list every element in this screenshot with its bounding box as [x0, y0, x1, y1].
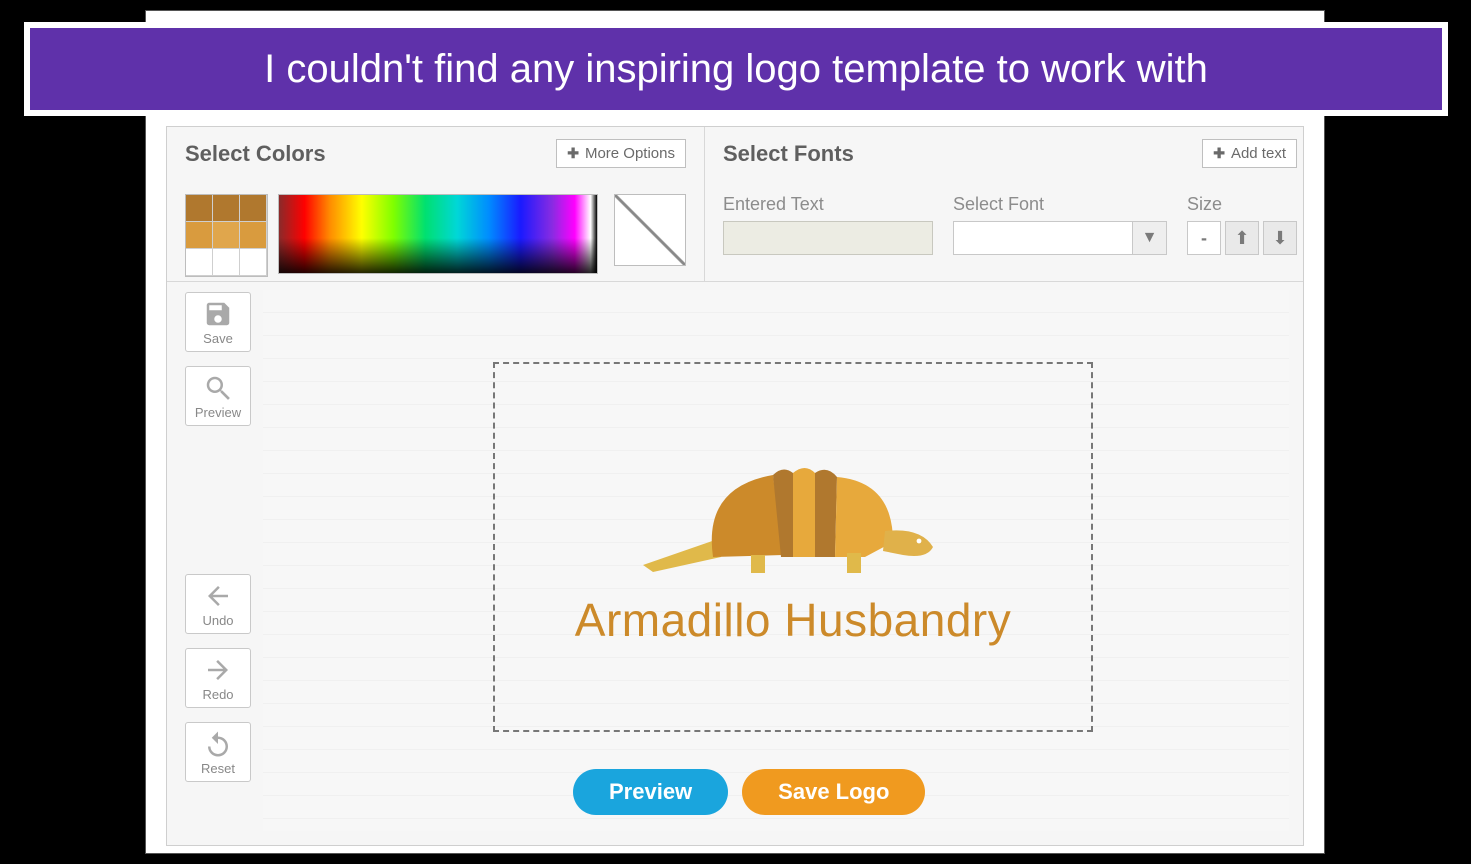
save-logo-button[interactable]: Save Logo: [742, 769, 925, 815]
redo-label: Redo: [202, 687, 233, 702]
color-swatch[interactable]: [186, 222, 213, 249]
color-swatch[interactable]: [186, 195, 213, 222]
logo-bounding-box[interactable]: Armadillo Husbandry: [493, 362, 1093, 732]
plus-icon: ✚: [567, 145, 579, 162]
plus-icon: ✚: [1213, 145, 1225, 162]
entered-text-label: Entered Text: [723, 194, 933, 215]
armadillo-logo-icon[interactable]: [633, 447, 953, 587]
select-font-value: [953, 221, 1133, 255]
add-text-button[interactable]: ✚ Add text: [1202, 139, 1297, 168]
undo-label: Undo: [202, 613, 233, 628]
no-color-swatch[interactable]: [614, 194, 686, 266]
logo-text[interactable]: Armadillo Husbandry: [575, 593, 1011, 647]
arrow-down-icon: ⬇: [1272, 228, 1287, 249]
preview-logo-button[interactable]: Preview: [573, 769, 728, 815]
annotation-banner: I couldn't find any inspiring logo templ…: [24, 22, 1448, 116]
arrow-left-icon: [203, 581, 233, 611]
color-swatch[interactable]: [240, 222, 267, 249]
tool-sidebar: Save Preview Undo Redo Reset: [167, 282, 257, 845]
color-swatch-grid[interactable]: [185, 194, 268, 277]
undo-button[interactable]: Undo: [185, 574, 251, 634]
add-text-label: Add text: [1231, 145, 1286, 162]
select-fonts-title: Select Fonts: [723, 141, 854, 167]
redo-button[interactable]: Redo: [185, 648, 251, 708]
save-icon: [203, 299, 233, 329]
arrow-right-icon: [203, 655, 233, 685]
reset-icon: [203, 729, 233, 759]
size-value: -: [1187, 221, 1221, 255]
reset-button[interactable]: Reset: [185, 722, 251, 782]
select-colors-panel: Select Colors ✚ More Options: [167, 127, 705, 281]
preview-button[interactable]: Preview: [185, 366, 251, 426]
entered-text-input[interactable]: [723, 221, 933, 255]
color-spectrum-picker[interactable]: [278, 194, 598, 274]
color-swatch[interactable]: [213, 195, 240, 222]
more-options-label: More Options: [585, 145, 675, 162]
more-options-button[interactable]: ✚ More Options: [556, 139, 686, 168]
select-font-dropdown[interactable]: ▼: [953, 221, 1167, 255]
annotation-text: I couldn't find any inspiring logo templ…: [264, 47, 1208, 92]
size-label: Size: [1187, 194, 1297, 215]
select-colors-title: Select Colors: [185, 141, 326, 167]
chevron-down-icon: ▼: [1133, 221, 1167, 255]
size-decrease-button[interactable]: ⬇: [1263, 221, 1297, 255]
size-increase-button[interactable]: ⬆: [1225, 221, 1259, 255]
top-toolbar: Select Colors ✚ More Options: [167, 127, 1303, 282]
color-swatch[interactable]: [186, 249, 213, 276]
color-swatch[interactable]: [213, 249, 240, 276]
search-icon: [203, 373, 233, 403]
save-button[interactable]: Save: [185, 292, 251, 352]
color-swatch[interactable]: [240, 195, 267, 222]
save-label: Save: [203, 331, 233, 346]
design-canvas[interactable]: Armadillo Husbandry Preview Save Logo: [263, 290, 1289, 831]
workspace: Save Preview Undo Redo Reset: [167, 282, 1303, 845]
preview-label: Preview: [195, 405, 241, 420]
logo-editor-app: Select Colors ✚ More Options: [166, 126, 1304, 846]
reset-label: Reset: [201, 761, 235, 776]
select-font-label: Select Font: [953, 194, 1167, 215]
arrow-up-icon: ⬆: [1234, 228, 1249, 249]
color-swatch[interactable]: [213, 222, 240, 249]
color-swatch[interactable]: [240, 249, 267, 276]
select-fonts-panel: Select Fonts ✚ Add text Entered Text Sel…: [705, 127, 1315, 281]
